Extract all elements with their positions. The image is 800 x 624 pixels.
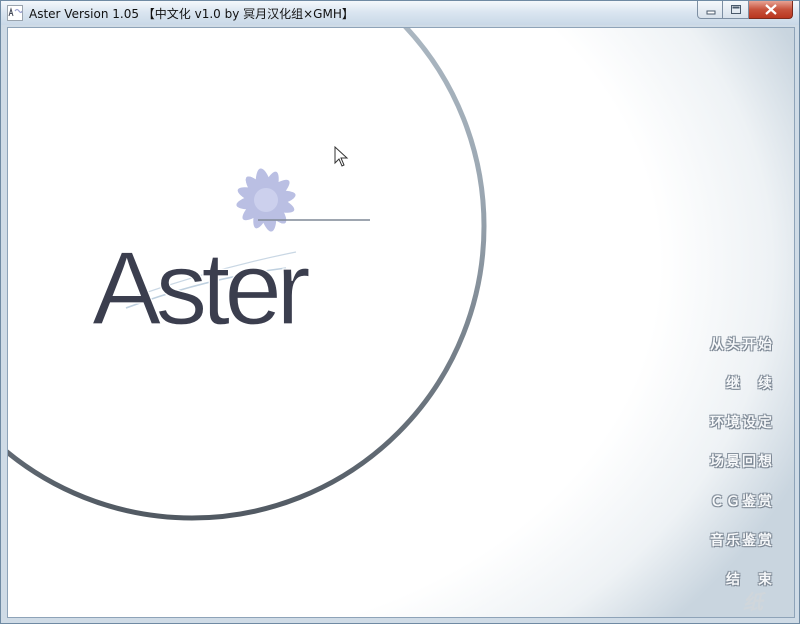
game-window: Aster Version 1.05 【中文化 v1.0 by 冥月汉化组×GM… [0,0,800,624]
menu-item-settings[interactable]: 环境设定 [664,412,774,432]
game-canvas[interactable]: Aster 从头开始 继 续 环境设定 场景回想 ＣＧ鉴赏 音乐鉴赏 结 束 纸 [7,27,795,618]
menu-item-continue[interactable]: 继 续 [664,373,774,393]
title-bar[interactable]: Aster Version 1.05 【中文化 v1.0 by 冥月汉化组×GM… [1,1,799,25]
logo-text: Aster [92,231,309,338]
window-title: Aster Version 1.05 【中文化 v1.0 by 冥月汉化组×GM… [29,7,354,21]
minimize-icon [706,10,716,15]
maximize-button[interactable] [723,1,749,19]
menu-item-new-game[interactable]: 从头开始 [664,334,774,354]
menu-item-cg-gallery[interactable]: ＣＧ鉴赏 [664,491,774,511]
app-icon [7,5,23,21]
maximize-icon [731,5,741,14]
minimize-button[interactable] [697,1,723,19]
mouse-cursor-icon [334,146,349,167]
caption-buttons [697,1,793,19]
close-button[interactable] [749,1,793,19]
menu-item-music-gallery[interactable]: 音乐鉴赏 [664,530,774,550]
close-icon [765,4,777,15]
menu-item-scene-replay[interactable]: 场景回想 [664,451,774,471]
watermark: 纸 [743,590,764,614]
flower-emblem [236,168,296,232]
